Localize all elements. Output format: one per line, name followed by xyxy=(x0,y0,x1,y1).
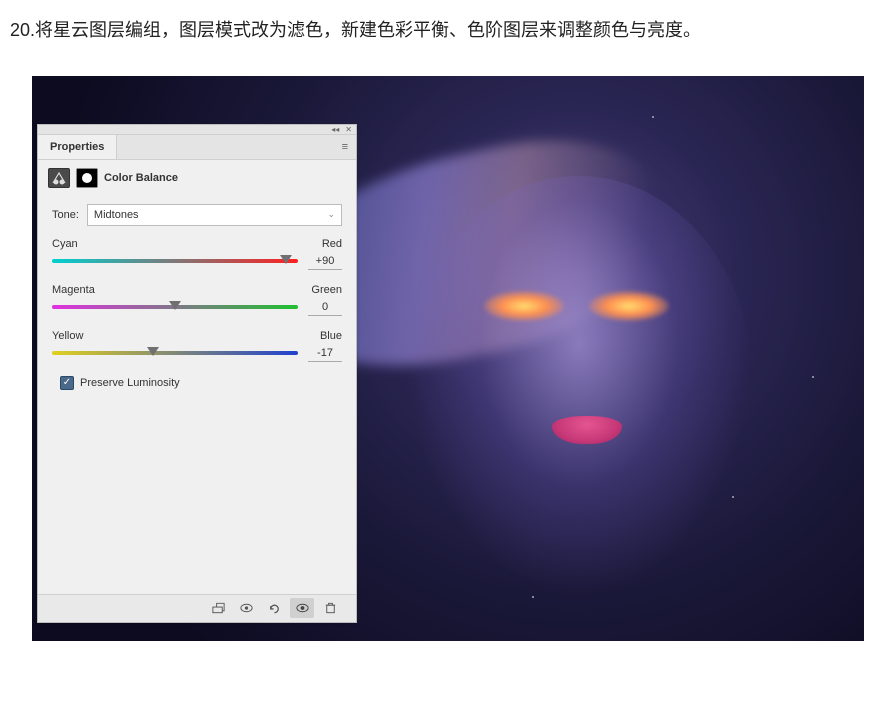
slider-right-label: Green xyxy=(311,284,342,296)
artwork-face xyxy=(404,176,754,596)
clip-to-layer-icon[interactable] xyxy=(206,598,230,618)
adjustment-header: Color Balance xyxy=(38,160,356,196)
slider-magenta-green: Magenta Green 0 xyxy=(52,284,342,316)
trash-icon[interactable] xyxy=(318,598,342,618)
adjustment-title: Color Balance xyxy=(104,172,178,184)
tone-label: Tone: xyxy=(52,209,79,221)
slider-thumb[interactable] xyxy=(280,255,292,264)
slider-thumb[interactable] xyxy=(147,347,159,356)
slider-left-label: Magenta xyxy=(52,284,95,296)
instruction-text: 20.将星云图层编组，图层模式改为滤色，新建色彩平衡、色阶图层来调整颜色与亮度。 xyxy=(0,0,896,56)
tone-value: Midtones xyxy=(94,209,139,221)
slider-yellow-blue: Yellow Blue -17 xyxy=(52,330,342,362)
panel-tabs: Properties ≡ xyxy=(38,135,356,160)
slider-value[interactable]: -17 xyxy=(308,344,342,362)
visibility-icon[interactable] xyxy=(290,598,314,618)
star-dot xyxy=(732,496,734,498)
tone-select[interactable]: Midtones ⌄ xyxy=(87,204,342,226)
slider-right-label: Blue xyxy=(320,330,342,342)
slider-cyan-red: Cyan Red +90 xyxy=(52,238,342,270)
reset-icon[interactable] xyxy=(262,598,286,618)
color-balance-icon[interactable] xyxy=(48,168,70,188)
layer-mask-icon[interactable] xyxy=(76,168,98,188)
panel-footer xyxy=(38,594,356,622)
panel-topbar: ◂◂ ✕ xyxy=(38,125,356,135)
slider-track[interactable] xyxy=(52,305,298,309)
panel-body: Tone: Midtones ⌄ Cyan Red +90 Magenta Green 0… xyxy=(38,196,356,404)
image-canvas: ◂◂ ✕ Properties ≡ Color Balance Tone: Mi… xyxy=(32,76,864,641)
slider-track[interactable] xyxy=(52,351,298,355)
star-dot xyxy=(812,376,814,378)
preserve-luminosity-checkbox[interactable]: ✓ xyxy=(60,376,74,390)
preserve-luminosity-label: Preserve Luminosity xyxy=(80,377,180,389)
tone-row: Tone: Midtones ⌄ xyxy=(52,204,342,226)
preserve-luminosity-row: ✓ Preserve Luminosity xyxy=(52,376,342,390)
star-dot xyxy=(532,596,534,598)
star-dot xyxy=(652,116,654,118)
slider-track[interactable] xyxy=(52,259,298,263)
properties-panel: ◂◂ ✕ Properties ≡ Color Balance Tone: Mi… xyxy=(37,124,357,623)
slider-left-label: Yellow xyxy=(52,330,83,342)
slider-value[interactable]: +90 xyxy=(308,252,342,270)
collapse-icon[interactable]: ◂◂ xyxy=(331,125,339,134)
slider-thumb[interactable] xyxy=(169,301,181,310)
slider-left-label: Cyan xyxy=(52,238,78,250)
close-icon[interactable]: ✕ xyxy=(345,125,352,134)
view-previous-icon[interactable] xyxy=(234,598,258,618)
chevron-down-icon: ⌄ xyxy=(327,209,335,220)
slider-right-label: Red xyxy=(322,238,342,250)
slider-value[interactable]: 0 xyxy=(308,298,342,316)
panel-menu-icon[interactable]: ≡ xyxy=(334,141,356,153)
artwork-eye-glow xyxy=(484,291,564,321)
artwork-eye-glow xyxy=(589,291,669,321)
artwork-lips xyxy=(552,416,622,444)
tab-properties[interactable]: Properties xyxy=(38,135,117,159)
